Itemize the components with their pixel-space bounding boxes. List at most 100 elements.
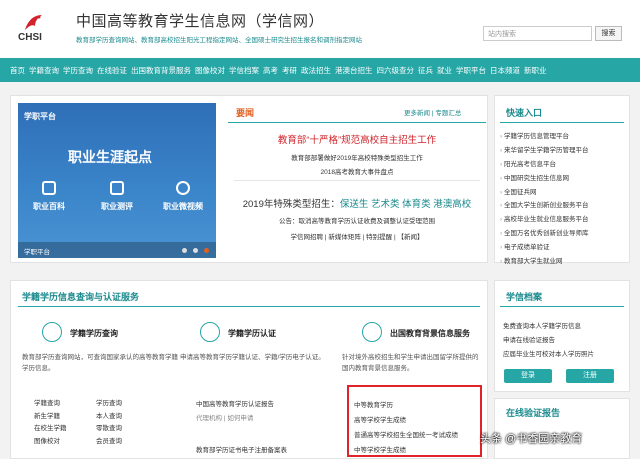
special-topics-link[interactable]: 专题汇总 [435, 110, 461, 117]
nav-item[interactable]: 在线验证 [97, 65, 127, 76]
headline-2-highlight: 保送生 艺术类 体育类 港澳高校 [339, 199, 472, 210]
carousel-footer-label: 学职平台 [24, 249, 50, 256]
overseas-item[interactable]: 普通高等学校招生全国统一考试成绩 [354, 429, 458, 439]
career-encyclopedia-label: 职业百科 [33, 202, 65, 211]
query-link[interactable]: 会员查询 [96, 436, 158, 449]
nav-item[interactable]: 学信档案 [229, 65, 259, 76]
col-title: 出国教育背景信息服务 [390, 329, 470, 338]
nav-item[interactable]: 学籍查询 [29, 65, 59, 76]
col-desc: 教育部学历查询网站，可查询国家承认的高等教育学籍学历信息。 [22, 354, 178, 372]
how-to-apply-link[interactable]: 如何申请 [227, 415, 253, 422]
carousel-brand: 学职平台 [24, 112, 56, 121]
globe-document-icon [362, 322, 382, 342]
archive-heading: 学信档案 [506, 292, 543, 302]
quick-entry-link[interactable]: 全国大学生创新创业服务平台 [500, 199, 626, 213]
site-header: CHSI 中国高等教育学生信息网（学信网） 教育部学历查询网站、教育部高校招生阳… [0, 0, 640, 58]
chart-icon [110, 181, 124, 195]
logo-text: CHSI [18, 32, 42, 43]
register-button[interactable]: 注册 [566, 369, 614, 383]
ereg-form-link[interactable]: 教育部学历证书电子注册备案表 [196, 444, 287, 454]
section-divider [18, 306, 480, 307]
quick-entry-link[interactable]: 学籍学历信息管理平台 [500, 130, 626, 144]
more-news-link[interactable]: 更多新闻 [404, 110, 430, 117]
site-title: 中国高等教育学生信息网（学信网） [76, 12, 325, 30]
query-link[interactable]: 学历查询 [96, 398, 158, 411]
col-degree-cert: 学籍学历认证 申请高等教育学历学籍认证、学籍/学历电子认证。 [180, 312, 338, 459]
certificate-icon [200, 322, 220, 342]
news-links: 更多新闻 | 专题汇总 [404, 110, 462, 117]
career-video-link[interactable]: 职业微视频 [154, 181, 212, 212]
archive-lines: 免费查询本人学籍学历信息 申请在线验证报告 应届毕业生可校对本人学历照片 [503, 320, 627, 362]
agent-link[interactable]: 代理机构 [196, 415, 222, 422]
notice[interactable]: 公告：取消高等教育学历认证收费及调整认证受理范围 [228, 215, 486, 225]
carousel-dot[interactable] [193, 248, 198, 253]
nav-item[interactable]: 征兵 [418, 65, 433, 76]
nav-item[interactable]: 高考 [263, 65, 278, 76]
query-link[interactable]: 新生学籍 [34, 411, 96, 424]
archive-line: 申请在线验证报告 [503, 337, 555, 344]
quick-divider [500, 122, 624, 123]
chsi-logo-icon [25, 15, 42, 30]
headline-1[interactable]: 教育部“十严格”规范高校自主招生工作 [228, 132, 486, 146]
main-nav: 首页 学籍查询 学历查询 在线验证 出国教育背景服务 图像校对 学信档案 高考 考研 政法招生 港澳… [0, 58, 640, 82]
news-body: 教育部“十严格”规范高校自主招生工作 教育部部署做好2019年高校特殊类型招生工… [228, 128, 486, 258]
nav-item[interactable]: 日本频道 [490, 65, 520, 76]
cert-agent-links: 代理机构 | 如何申请 [196, 415, 254, 422]
career-test-link[interactable]: 职业测评 [88, 181, 146, 212]
headline-2-prefix: 2019年特殊类型招生： [242, 199, 340, 210]
query-link[interactable]: 在校生学籍 [34, 423, 96, 436]
carousel-dot[interactable] [182, 248, 187, 253]
carousel-dot-active[interactable] [204, 248, 209, 253]
career-encyclopedia-link[interactable]: 职业百科 [20, 181, 78, 212]
section-title: 学籍学历信息查询与认证服务 [22, 292, 140, 302]
site-subtitle: 教育部学历查询网站、教育部高校招生阳光工程指定网站、全国硕士研究生招生报名和调剂… [76, 37, 362, 44]
news-sub-2[interactable]: 2018高考教育大事件盘点 [228, 166, 486, 176]
overseas-item[interactable]: 中等教育学历 [354, 399, 393, 409]
nav-item[interactable]: 学历查询 [63, 65, 93, 76]
news-sub-1[interactable]: 教育部部署做好2019年高校特殊类型招生工作 [228, 152, 486, 162]
quick-entry-link[interactable]: 电子成绩单验证 [500, 241, 626, 255]
nav-item[interactable]: 政法招生 [301, 65, 331, 76]
headline-2[interactable]: 2019年特殊类型招生：保送生 艺术类 体育类 港澳高校 [228, 196, 486, 210]
query-link[interactable]: 本人查询 [96, 411, 158, 424]
quick-entry-heading: 快速入口 [506, 108, 543, 118]
quick-entry-link[interactable]: 教育部大学生就业网 [500, 255, 626, 269]
nav-item[interactable]: 考研 [282, 65, 297, 76]
nav-item[interactable]: 学职平台 [456, 65, 486, 76]
query-link[interactable]: 学籍查询 [34, 398, 96, 411]
quick-entry-link[interactable]: 阳光高考信息平台 [500, 158, 626, 172]
overseas-item[interactable]: 中等学校学生成绩 [354, 444, 406, 454]
search-button[interactable]: 搜索 [595, 26, 622, 41]
quick-entry-link[interactable]: 全国万名优秀创新创业导师库 [500, 227, 626, 241]
cert-report-link[interactable]: 中国高等教育学历认证报告 [196, 398, 274, 408]
nav-item[interactable]: 四六级查分 [377, 65, 415, 76]
career-test-label: 职业测评 [101, 202, 133, 211]
watermark: 头条 @书香园亲教育 [480, 433, 583, 445]
news-divider-2 [234, 180, 480, 181]
quick-entry-link[interactable]: 中国研究生招生信息网 [500, 172, 626, 186]
document-search-icon [42, 322, 62, 342]
col-title: 学籍学历查询 [70, 329, 118, 338]
nav-item[interactable]: 首页 [10, 65, 25, 76]
search-input[interactable]: 站内搜索 [483, 26, 592, 41]
query-link[interactable]: 图像校对 [34, 436, 96, 449]
quick-entry-link[interactable]: 全国征兵网 [500, 186, 626, 200]
news-bottom-links[interactable]: 学信网招聘 | 新媒体矩阵 | 特别提醒 | 【新闻】 [228, 231, 486, 241]
news-heading: 要闻 [236, 108, 255, 118]
archive-line: 免费查询本人学籍学历信息 [503, 323, 581, 330]
query-link[interactable]: 零散查询 [96, 423, 158, 436]
film-icon [176, 181, 190, 195]
nav-item[interactable]: 就业 [437, 65, 452, 76]
degree-query-links: 学籍查询 学历查询新生学籍 本人查询在校生学籍 零散查询图像校对 会员查询 [34, 398, 164, 448]
nav-item[interactable]: 出国教育背景服务 [131, 65, 191, 76]
quick-entry-link[interactable]: 高校毕业生就业信息服务平台 [500, 213, 626, 227]
quick-entry-link[interactable]: 来华留学生学籍学历管理平台 [500, 144, 626, 158]
verify-heading: 在线验证报告 [506, 408, 561, 418]
nav-item[interactable]: 港澳台招生 [335, 65, 373, 76]
carousel-banner[interactable]: 学职平台 职业生涯起点 职业百科 职业测评 职业微视频 学职平台 [18, 103, 216, 258]
nav-item[interactable]: 图像校对 [195, 65, 225, 76]
login-button[interactable]: 登录 [504, 369, 552, 383]
col-desc: 申请高等教育学历学籍认证、学籍/学历电子认证。 [180, 354, 325, 361]
nav-item[interactable]: 新职业 [524, 65, 547, 76]
overseas-item[interactable]: 高等学校学生成绩 [354, 414, 406, 424]
